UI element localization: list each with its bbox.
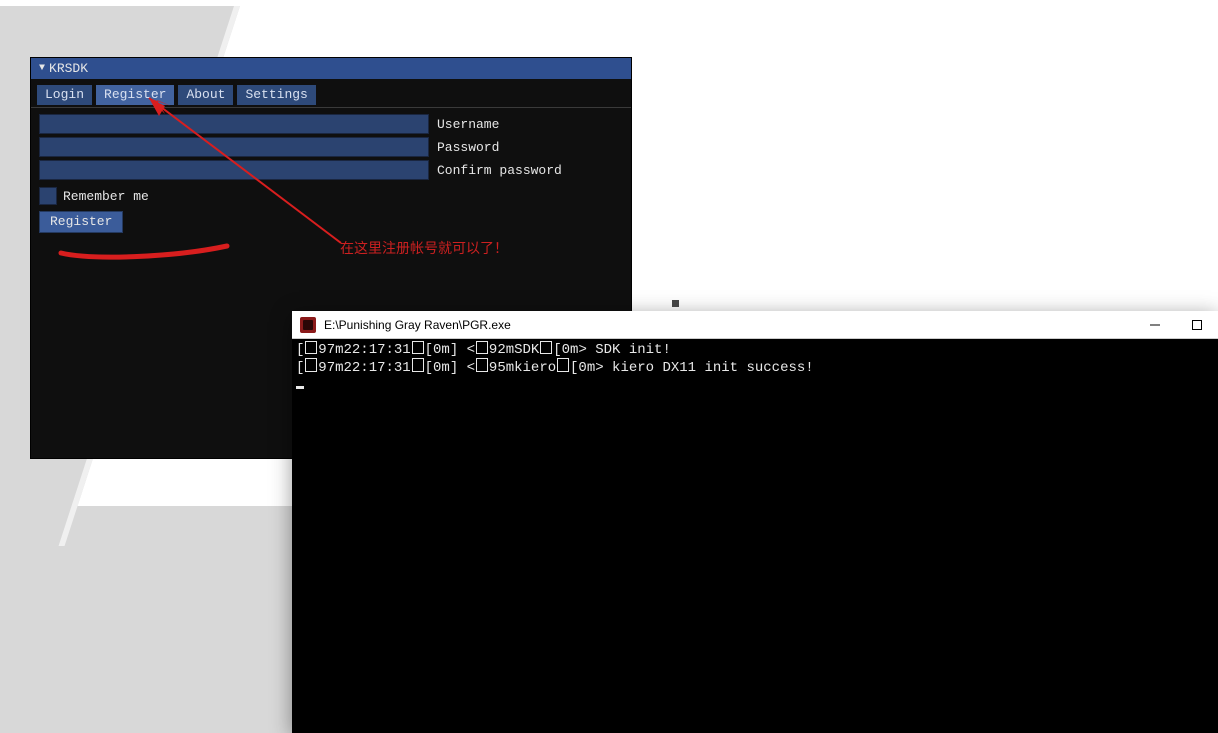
window-controls <box>1134 311 1218 339</box>
stray-dot <box>672 300 679 307</box>
console-body[interactable]: [97m22:17:31[0m] <92mSDK[0m> SDK init! [… <box>292 339 1218 394</box>
register-button[interactable]: Register <box>39 211 123 233</box>
annotation-text: 在这里注册帐号就可以了！ <box>340 238 508 258</box>
krsdk-tabbar: Login Register About Settings <box>31 79 631 108</box>
console-titlebar[interactable]: E:\Punishing Gray Raven\PGR.exe <box>292 311 1218 339</box>
tab-register[interactable]: Register <box>96 85 174 105</box>
console-line: [97m22:17:31[0m] <95mkiero[0m> kiero DX1… <box>296 360 814 376</box>
console-line: [97m22:17:31[0m] <92mSDK[0m> SDK init! <box>296 342 671 358</box>
tab-settings[interactable]: Settings <box>237 85 315 105</box>
row-confirm: Confirm password <box>39 160 623 180</box>
collapse-triangle-icon[interactable]: ▼ <box>39 63 45 74</box>
confirm-password-input[interactable] <box>39 160 429 180</box>
app-icon <box>300 317 316 333</box>
maximize-icon <box>1192 320 1202 330</box>
password-label: Password <box>437 140 499 155</box>
console-cursor <box>296 386 304 389</box>
console-window: E:\Punishing Gray Raven\PGR.exe [97m22:1… <box>292 311 1218 733</box>
krsdk-title-text: KRSDK <box>49 61 88 76</box>
krsdk-body: Username Password Confirm password Remem… <box>31 108 631 239</box>
remember-checkbox[interactable] <box>39 187 57 205</box>
username-input[interactable] <box>39 114 429 134</box>
console-title: E:\Punishing Gray Raven\PGR.exe <box>324 318 511 332</box>
row-username: Username <box>39 114 623 134</box>
row-password: Password <box>39 137 623 157</box>
password-input[interactable] <box>39 137 429 157</box>
username-label: Username <box>437 117 499 132</box>
minimize-icon <box>1150 320 1160 330</box>
tab-about[interactable]: About <box>178 85 233 105</box>
row-remember: Remember me <box>39 187 623 205</box>
maximize-button[interactable] <box>1176 311 1218 339</box>
confirm-password-label: Confirm password <box>437 163 562 178</box>
krsdk-titlebar[interactable]: ▼ KRSDK <box>31 58 631 79</box>
remember-label: Remember me <box>63 189 149 204</box>
tab-login[interactable]: Login <box>37 85 92 105</box>
minimize-button[interactable] <box>1134 311 1176 339</box>
